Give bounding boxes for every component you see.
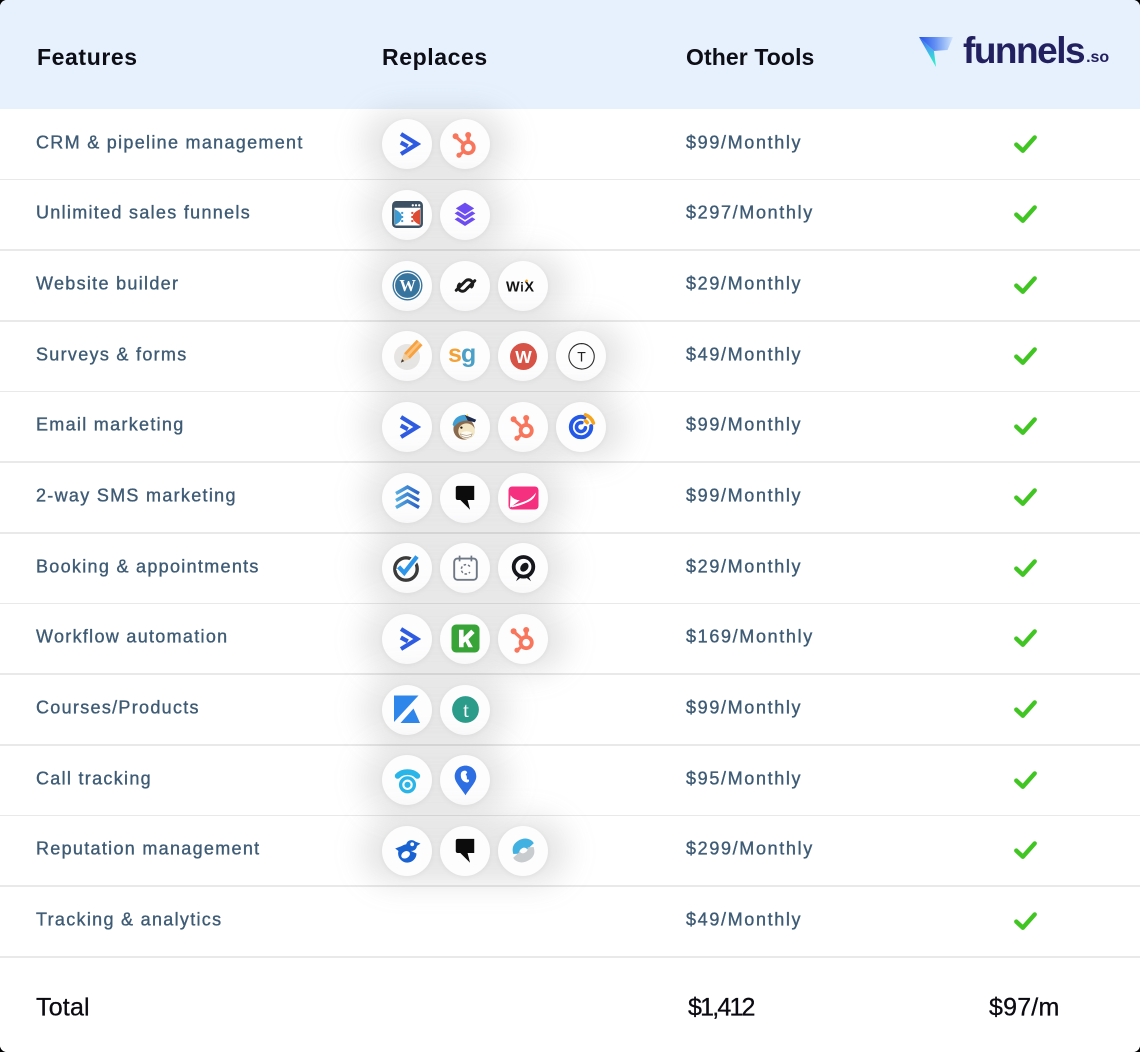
svg-text:g: g — [461, 340, 476, 368]
svg-text:s: s — [448, 340, 462, 368]
svg-text:T: T — [577, 348, 586, 364]
svg-text:t: t — [463, 698, 469, 722]
svg-text:W: W — [515, 347, 532, 367]
svg-text:W: W — [399, 276, 416, 295]
svg-text:WiX: WiX — [506, 279, 535, 295]
